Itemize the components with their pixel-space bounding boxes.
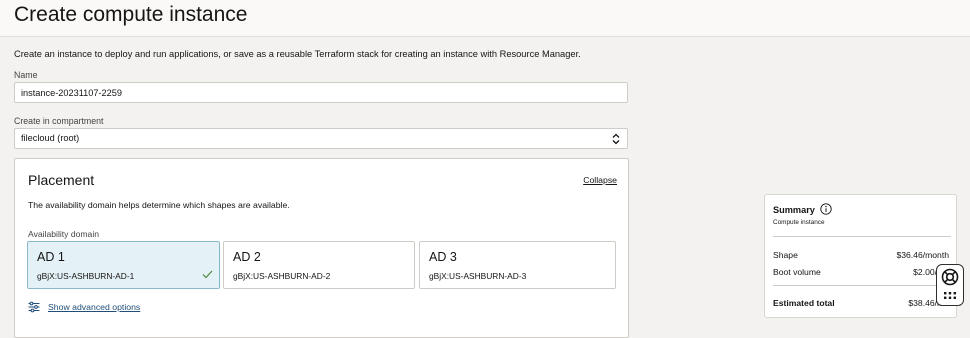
summary-total-label: Estimated total	[773, 298, 835, 308]
summary-subtitle: Compute instance	[773, 219, 825, 226]
ad-id: gBjX:US-ASHBURN-AD-3	[429, 271, 527, 281]
compartment-value: filecloud (root)	[21, 133, 80, 143]
summary-boot-volume-label: Boot volume	[773, 267, 821, 277]
show-advanced-options-label: Show advanced options	[48, 302, 141, 312]
show-advanced-options-link[interactable]: Show advanced options	[28, 301, 140, 313]
sliders-icon	[28, 301, 40, 313]
compartment-label: Create in compartment	[14, 116, 104, 126]
ad-name: AD 1	[37, 250, 65, 264]
collapse-link[interactable]: Collapse	[583, 175, 617, 185]
availability-domain-label: Availability domain	[28, 229, 100, 239]
ad-card-3[interactable]: AD 3 gBjX:US-ASHBURN-AD-3	[419, 241, 616, 289]
grid-menu-icon	[944, 292, 956, 299]
ad-id: gBjX:US-ASHBURN-AD-2	[233, 271, 331, 281]
ad-name: AD 3	[429, 250, 457, 264]
summary-divider	[773, 285, 951, 286]
page-intro: Create an instance to deploy and run app…	[14, 49, 581, 59]
ad-id: gBjX:US-ASHBURN-AD-1	[37, 271, 135, 281]
ad-card-2[interactable]: AD 2 gBjX:US-ASHBURN-AD-2	[223, 241, 415, 289]
help-widget[interactable]	[936, 264, 964, 306]
summary-divider	[773, 236, 951, 237]
chevron-updown-icon	[612, 133, 620, 145]
ad-name: AD 2	[233, 250, 261, 264]
page-header: Create compute instance	[0, 0, 970, 37]
summary-title: Summary	[773, 205, 815, 215]
name-input[interactable]	[14, 82, 628, 103]
lifebuoy-icon	[941, 268, 959, 286]
placement-title: Placement	[28, 172, 95, 188]
check-icon	[202, 270, 213, 279]
page-title: Create compute instance	[14, 3, 248, 26]
summary-shape-value: $36.46/month	[896, 250, 949, 260]
ad-card-1[interactable]: AD 1 gBjX:US-ASHBURN-AD-1	[27, 241, 220, 289]
summary-shape-label: Shape	[773, 250, 798, 260]
summary-panel: Summary Compute instance Shape $36.46/mo…	[764, 194, 957, 318]
info-icon[interactable]	[820, 203, 832, 215]
placement-description: The availability domain helps determine …	[28, 200, 290, 210]
placement-panel: Placement Collapse The availability doma…	[14, 158, 629, 338]
name-label: Name	[14, 70, 38, 80]
compartment-select[interactable]: filecloud (root)	[14, 128, 628, 149]
